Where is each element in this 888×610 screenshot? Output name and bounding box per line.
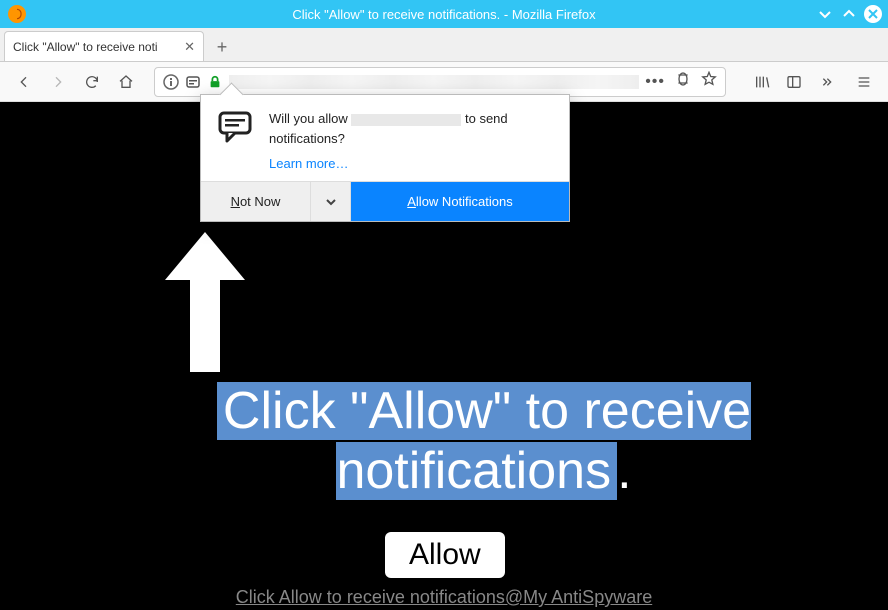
site-name-redacted [351, 114, 461, 126]
lock-icon[interactable] [207, 74, 223, 90]
back-button[interactable] [10, 68, 38, 96]
browser-tab[interactable]: Click "Allow" to receive noti ✕ [4, 31, 204, 61]
page-caption[interactable]: Click Allow to receive notifications@My … [0, 587, 888, 608]
permission-icon[interactable] [185, 74, 201, 90]
speech-bubble-icon [217, 109, 259, 171]
window-titlebar: Click "Allow" to receive notifications. … [0, 0, 888, 28]
not-now-dropdown[interactable] [311, 182, 351, 221]
bookmark-star-icon[interactable] [701, 71, 717, 92]
url-text-redacted [229, 75, 639, 89]
allow-notifications-button[interactable]: Allow Notifications [351, 182, 569, 221]
learn-more-link[interactable]: Learn more… [269, 156, 553, 171]
forward-button[interactable] [44, 68, 72, 96]
not-now-button[interactable]: Not Now [201, 182, 311, 221]
reader-mode-icon[interactable] [675, 71, 691, 92]
maximize-button[interactable] [840, 5, 858, 23]
tab-strip: Click "Allow" to receive noti ✕ + [0, 28, 888, 62]
permission-actions: Not Now Allow Notifications [201, 181, 569, 221]
info-icon[interactable] [163, 74, 179, 90]
window-title: Click "Allow" to receive notifications. … [292, 7, 595, 22]
tab-title: Click "Allow" to receive noti [13, 40, 178, 54]
overflow-button[interactable] [812, 68, 840, 96]
library-button[interactable] [748, 68, 776, 96]
tab-close-icon[interactable]: ✕ [184, 39, 195, 55]
up-arrow-graphic [160, 232, 250, 377]
sidebar-button[interactable] [780, 68, 808, 96]
home-button[interactable] [112, 68, 140, 96]
page-headline: Click "Allow" to receive notifications. [140, 382, 828, 502]
page-actions-icon[interactable]: ••• [645, 73, 665, 91]
notification-permission-popup: Will you allow to send notifications? Le… [200, 94, 570, 222]
page-allow-button[interactable]: Allow [385, 532, 505, 578]
reload-button[interactable] [78, 68, 106, 96]
new-tab-button[interactable]: + [208, 33, 236, 61]
permission-question: Will you allow to send notifications? [269, 109, 553, 148]
minimize-button[interactable] [816, 5, 834, 23]
menu-button[interactable] [850, 68, 878, 96]
firefox-icon [8, 5, 26, 23]
window-controls [816, 5, 882, 23]
close-button[interactable] [864, 5, 882, 23]
